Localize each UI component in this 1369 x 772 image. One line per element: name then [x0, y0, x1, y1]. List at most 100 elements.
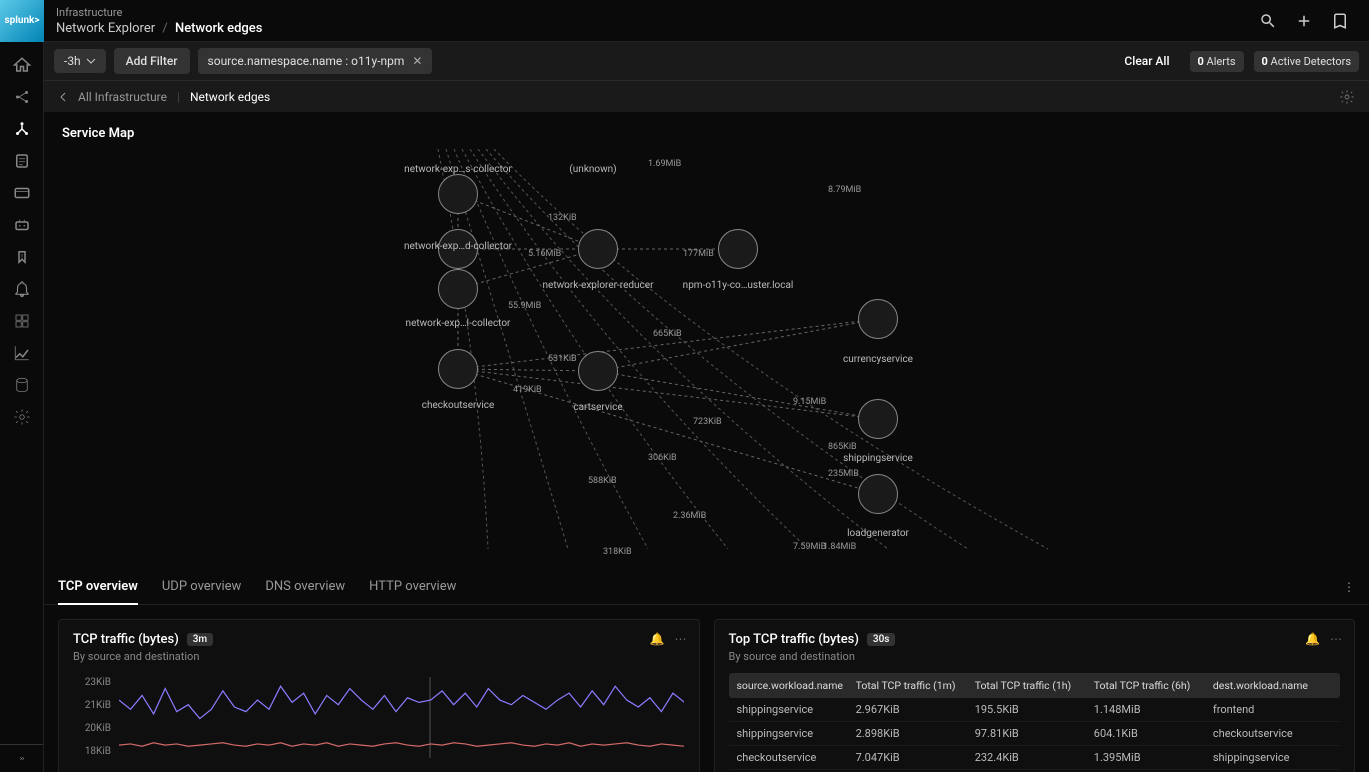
tab-tcp-overview[interactable]: TCP overview: [58, 569, 138, 604]
panel-tcp-traffic: TCP traffic (bytes) 3m By source and des…: [58, 619, 700, 772]
time-range-picker[interactable]: -3h: [54, 49, 106, 73]
sub-breadcrumb: All Infrastructure | Network edges: [44, 80, 1369, 112]
service-map-edges: [58, 149, 1355, 569]
service-node-label: network-explorer-reducer: [543, 280, 654, 291]
left-sidebar: !: [0, 42, 44, 772]
service-node-label: loadgenerator: [847, 528, 909, 539]
section-title-service-map: Service Map: [44, 112, 1369, 149]
sub-crumb-current: Network edges: [190, 90, 270, 104]
edge-label: 5.16MiB: [528, 249, 561, 259]
settings-icon[interactable]: [13, 408, 31, 426]
edge-label: 2.36MiB: [673, 511, 706, 521]
edge-label: 318KiB: [603, 547, 632, 557]
service-node[interactable]: [858, 399, 898, 439]
alerts-icon[interactable]: [13, 280, 31, 298]
service-node-label: shippingservice: [843, 453, 913, 464]
bookmark-icon[interactable]: [1331, 12, 1349, 30]
search-icon[interactable]: [1259, 12, 1277, 30]
remove-filter-icon[interactable]: ✕: [412, 54, 422, 68]
incident-icon[interactable]: !: [13, 248, 31, 266]
edge-label: 177MiB: [683, 249, 714, 259]
tab-udp-overview[interactable]: UDP overview: [162, 569, 241, 604]
panel-left-interval: 3m: [187, 633, 213, 646]
breadcrumb-path: Network Explorer / Network edges: [56, 21, 262, 36]
panel-top-tcp: Top TCP traffic (bytes) 30s By source an…: [714, 619, 1356, 772]
add-filter-button[interactable]: Add Filter: [114, 48, 190, 74]
service-node-label: (unknown): [569, 164, 616, 175]
top-tcp-table: source.workload.name Total TCP traffic (…: [729, 673, 1341, 772]
service-map[interactable]: network-exp…s-collector (unknown) network-…: [58, 149, 1355, 569]
table-row[interactable]: checkoutservice7.047KiB232.4KiB1.395MiBs…: [729, 746, 1341, 770]
panel-right-subtitle: By source and destination: [729, 650, 1341, 663]
service-node[interactable]: [858, 474, 898, 514]
filter-bar: -3h Add Filter source.namespace.name : o…: [44, 42, 1369, 80]
edge-label: 132KiB: [548, 213, 577, 223]
panel-more-icon[interactable]: ⋯: [675, 632, 687, 646]
data-mgmt-icon[interactable]: [13, 376, 31, 394]
service-node[interactable]: [438, 349, 478, 389]
edge-label: 9.15MiB: [793, 397, 826, 407]
tabs-more-icon[interactable]: ⋮: [1343, 580, 1355, 594]
service-node[interactable]: [858, 299, 898, 339]
edge-label: 235MiB: [828, 469, 859, 479]
rum-icon[interactable]: [13, 184, 31, 202]
panel-right-interval: 30s: [867, 633, 896, 646]
service-node-label: checkoutservice: [422, 400, 495, 411]
edge-label: 1.69MiB: [648, 159, 681, 169]
edge-label: 306KiB: [648, 453, 677, 463]
detectors-count-pill[interactable]: 0 Active Detectors: [1254, 51, 1359, 72]
dashboards-icon[interactable]: [13, 312, 31, 330]
log-icon[interactable]: [13, 152, 31, 170]
edge-label: 419KiB: [513, 385, 542, 395]
panel-bell-icon[interactable]: 🔔: [650, 632, 665, 646]
gear-icon[interactable]: [1339, 89, 1355, 105]
back-all-infrastructure[interactable]: All Infrastructure: [78, 90, 167, 104]
panel-left-subtitle: By source and destination: [73, 650, 685, 663]
edge-label: 723KiB: [693, 417, 722, 427]
service-node[interactable]: [578, 351, 618, 391]
service-node[interactable]: [578, 229, 618, 269]
service-node-label: currencyservice: [843, 354, 913, 365]
alerts-count-pill[interactable]: 0 Alerts: [1190, 51, 1244, 72]
edge-label: 531KiB: [548, 354, 577, 364]
table-row[interactable]: shippingservice2.967KiB195.5KiB1.148MiBf…: [729, 698, 1341, 722]
panel-more-icon[interactable]: ⋯: [1330, 632, 1342, 646]
table-header: source.workload.name Total TCP traffic (…: [729, 673, 1341, 698]
expand-sidebar-icon[interactable]: [0, 744, 43, 762]
tab-http-overview[interactable]: HTTP overview: [369, 569, 456, 604]
chart-y-labels: 23KiB 21KiB 20KiB 18KiB: [73, 677, 117, 757]
main-content: Service Map network-exp…s-collector (unkn…: [44, 112, 1369, 772]
breadcrumb-current: Network edges: [175, 21, 262, 36]
service-node-label: network-exp…l-collector: [406, 318, 511, 329]
apm-icon[interactable]: [13, 88, 31, 106]
service-node[interactable]: [718, 229, 758, 269]
filter-chip-namespace[interactable]: source.namespace.name : o11y-npm ✕: [198, 48, 433, 74]
edge-label: 665KiB: [653, 329, 682, 339]
service-node-label: npm-o11y-co…uster.local: [683, 280, 794, 291]
breadcrumb-category: Infrastructure: [56, 6, 262, 19]
panel-left-title: TCP traffic (bytes): [73, 632, 179, 647]
table-row[interactable]: shippingservice2.898KiB97.81KiB604.1KiBc…: [729, 722, 1341, 746]
top-actions: [1259, 12, 1369, 30]
panel-bell-icon[interactable]: 🔔: [1305, 632, 1320, 646]
splunk-logo[interactable]: splunk>: [0, 0, 44, 42]
service-node[interactable]: [438, 269, 478, 309]
clear-all-button[interactable]: Clear All: [1124, 54, 1169, 68]
top-header: splunk> Infrastructure Network Explorer …: [0, 0, 1369, 42]
chevron-down-icon: [86, 56, 96, 66]
edge-label: 1.84MiB: [823, 542, 856, 552]
home-icon[interactable]: [13, 56, 31, 74]
breadcrumb: Infrastructure Network Explorer / Networ…: [44, 6, 262, 36]
chevron-left-icon[interactable]: [58, 92, 68, 102]
tcp-traffic-chart[interactable]: 23KiB 21KiB 20KiB 18KiB: [73, 677, 685, 757]
service-node-label: network-exp…s-collector: [404, 164, 512, 175]
service-node-label: network-exp…d-collector: [404, 241, 512, 252]
plus-icon[interactable]: [1295, 12, 1313, 30]
metrics-icon[interactable]: [13, 344, 31, 362]
breadcrumb-link-explorer[interactable]: Network Explorer: [56, 21, 155, 36]
tab-dns-overview[interactable]: DNS overview: [265, 569, 345, 604]
infrastructure-icon[interactable]: [13, 120, 31, 138]
edge-label: 865KiB: [828, 442, 857, 452]
service-node[interactable]: [438, 174, 478, 214]
synthetics-icon[interactable]: [13, 216, 31, 234]
